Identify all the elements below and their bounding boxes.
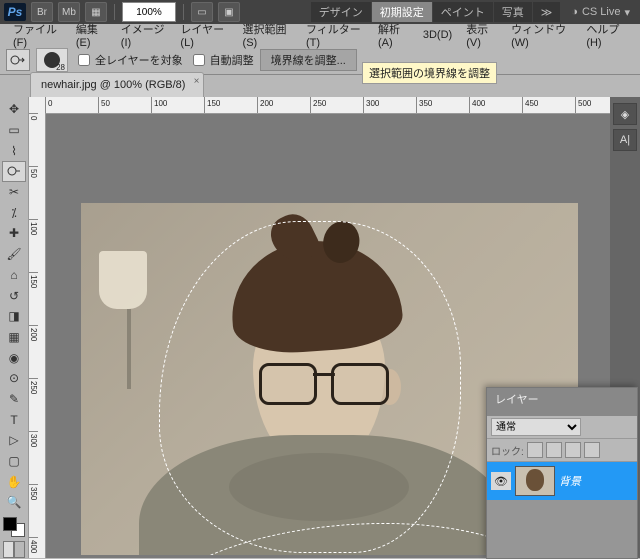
lock-position-icon[interactable]: [565, 442, 581, 458]
sample-all-label: 全レイヤーを対象: [95, 52, 183, 68]
blur-tool[interactable]: ◉: [2, 347, 26, 368]
menu-3d[interactable]: 3D(D): [416, 27, 459, 43]
menu-image[interactable]: イメージ(I): [114, 19, 174, 51]
character-panel-icon[interactable]: A|: [613, 129, 637, 151]
menu-help[interactable]: ヘルプ(H): [579, 19, 634, 51]
layer-thumbnail[interactable]: [515, 466, 555, 496]
eraser-tool[interactable]: ◨: [2, 306, 26, 327]
pen-tool[interactable]: ✎: [2, 389, 26, 410]
move-tool[interactable]: ✥: [2, 99, 26, 120]
lasso-tool[interactable]: ⌇: [2, 140, 26, 161]
lock-label: ロック:: [491, 443, 524, 458]
document-tab[interactable]: newhair.jpg @ 100% (RGB/8) ×: [30, 72, 204, 97]
history-panel-icon[interactable]: ◈: [613, 103, 637, 125]
vertical-ruler: 050100150200250300350400: [29, 113, 46, 558]
type-tool[interactable]: T: [2, 409, 26, 430]
menu-window[interactable]: ウィンドウ(W): [504, 19, 579, 51]
refine-edge-button[interactable]: 境界線を調整...: [260, 49, 357, 71]
layers-panel-title: レイヤー: [487, 388, 637, 416]
eyedropper-tool[interactable]: ⁒: [2, 202, 26, 223]
menu-view[interactable]: 表示(V): [459, 19, 504, 51]
stamp-tool[interactable]: ⌂: [2, 265, 26, 286]
layers-panel[interactable]: レイヤー 通常 ロック: 👁 背景: [486, 387, 638, 559]
document-tab-label: newhair.jpg @ 100% (RGB/8): [41, 79, 185, 91]
menu-analysis[interactable]: 解析(A): [371, 19, 416, 51]
document-tab-row: newhair.jpg @ 100% (RGB/8) ×: [0, 75, 640, 97]
crop-tool[interactable]: ✂: [2, 182, 26, 203]
brush-tool[interactable]: 🖌: [2, 244, 26, 265]
quick-mask-toggle[interactable]: [3, 541, 25, 558]
heal-tool[interactable]: ✚: [2, 223, 26, 244]
auto-adjust-label: 自動調整: [210, 52, 254, 68]
refine-edge-tooltip: 選択範囲の境界線を調整: [362, 62, 497, 84]
horizontal-ruler: 050100150200250300350400450500550600650: [45, 97, 610, 114]
lock-all-icon[interactable]: [584, 442, 600, 458]
close-tab-icon[interactable]: ×: [194, 76, 200, 87]
layer-name[interactable]: 背景: [559, 473, 581, 489]
cs-live-label: CS Live: [582, 6, 621, 18]
menu-file[interactable]: ファイル(F): [6, 19, 69, 51]
path-tool[interactable]: ▷: [2, 430, 26, 451]
layers-list: 👁 背景: [487, 462, 637, 558]
cs-live-icon: ◑: [571, 6, 578, 18]
marquee-tool[interactable]: ▭: [2, 120, 26, 141]
tools-panel: ✥ ▭ ⌇ ✂ ⁒ ✚ 🖌 ⌂ ↺ ◨ ▦ ◉ ⊙ ✎ T ▷ ▢ ✋ 🔍: [0, 97, 29, 558]
dodge-tool[interactable]: ⊙: [2, 368, 26, 389]
quick-select-tool[interactable]: [2, 161, 26, 182]
lock-pixels-icon[interactable]: [546, 442, 562, 458]
brush-size-value: 28: [56, 63, 65, 72]
chevron-down-icon: ▾: [624, 6, 630, 19]
gradient-tool[interactable]: ▦: [2, 327, 26, 348]
blend-mode-select[interactable]: 通常: [491, 418, 581, 436]
brush-size-preview[interactable]: 28: [36, 48, 68, 72]
menu-filter[interactable]: フィルター(T): [299, 19, 371, 51]
visibility-toggle-icon[interactable]: 👁: [491, 472, 511, 490]
lock-transparency-icon[interactable]: [527, 442, 543, 458]
color-swatches[interactable]: [3, 517, 25, 538]
auto-adjust-checkbox[interactable]: 自動調整: [189, 51, 254, 69]
menu-layer[interactable]: レイヤー(L): [173, 19, 235, 51]
layer-row[interactable]: 👁 背景: [487, 462, 637, 500]
history-brush-tool[interactable]: ↺: [2, 285, 26, 306]
menu-edit[interactable]: 編集(E): [69, 19, 114, 51]
menu-select[interactable]: 選択範囲(S): [236, 19, 299, 51]
ruler-corner: [29, 97, 46, 114]
zoom-tool[interactable]: 🔍: [2, 492, 26, 513]
current-tool-indicator[interactable]: [6, 49, 30, 71]
cs-live-button[interactable]: ◑ CS Live ▾: [565, 6, 636, 19]
sample-all-layers-checkbox[interactable]: 全レイヤーを対象: [74, 51, 183, 69]
shape-tool[interactable]: ▢: [2, 451, 26, 472]
menu-bar: ファイル(F) 編集(E) イメージ(I) レイヤー(L) 選択範囲(S) フィ…: [0, 24, 640, 46]
hand-tool[interactable]: ✋: [2, 471, 26, 492]
